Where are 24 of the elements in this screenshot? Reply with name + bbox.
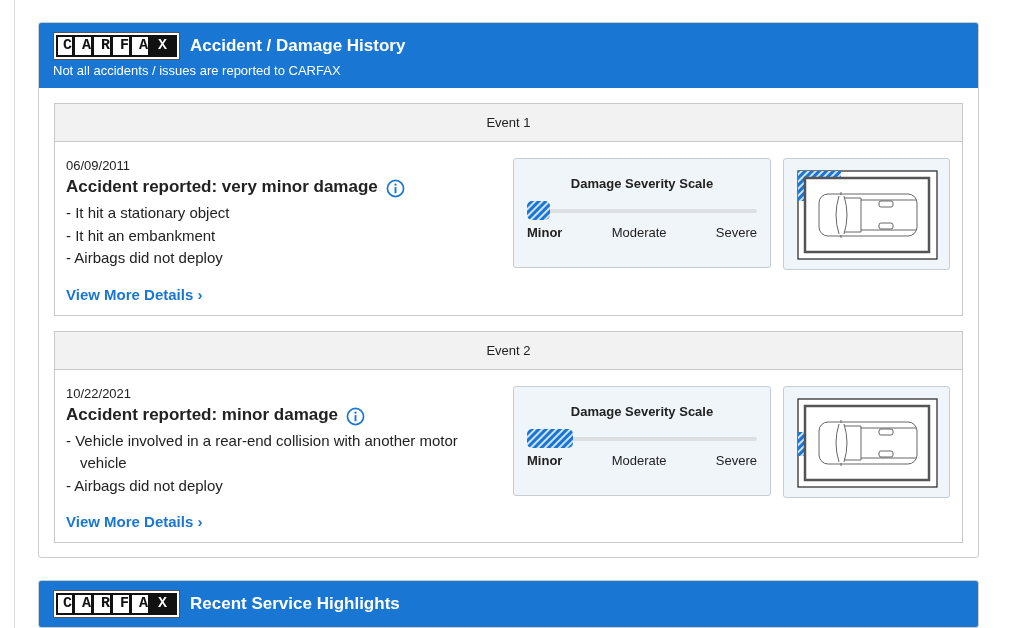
scale-title: Damage Severity Scale [569,403,715,419]
section-title: Recent Service Highlights [190,594,400,615]
event-detail: - It hit an embankment [66,225,217,246]
scale-label: Moderate [611,452,667,468]
event-detail: - It hit a stationary object [66,203,231,223]
scale-label: Minor [527,225,563,240]
event-detail: - Airbags did not deploy [66,475,224,496]
event-date: 06/09/2011 [66,158,132,173]
scale-label: Severe [715,452,757,468]
scale-label: Minor [527,452,563,468]
event-detail: - Vehicle involved in a rear-end collision with another motor vehicle [66,430,459,473]
event-header: Event 2 [55,331,962,370]
scale-label: Moderate [611,225,667,240]
section-subtitle: Not all accidents / issues are reported to CARFAX [53,63,342,78]
event-header: Event 1 [55,104,962,142]
scale-label: Severe [715,225,757,240]
event-detail: - Airbags did not deploy [66,248,224,268]
view-details-link[interactable]: View More Details › [66,513,203,530]
view-details-link[interactable]: View More Details › [66,285,203,303]
section-title: Accident / Damage History [190,36,406,56]
event-date: 10/22/2021 [66,385,133,401]
event-title: Accident reported: minor damage [66,404,339,425]
scale-title: Damage Severity Scale [569,176,715,191]
event-title: Accident reported: very minor damage [66,177,378,197]
